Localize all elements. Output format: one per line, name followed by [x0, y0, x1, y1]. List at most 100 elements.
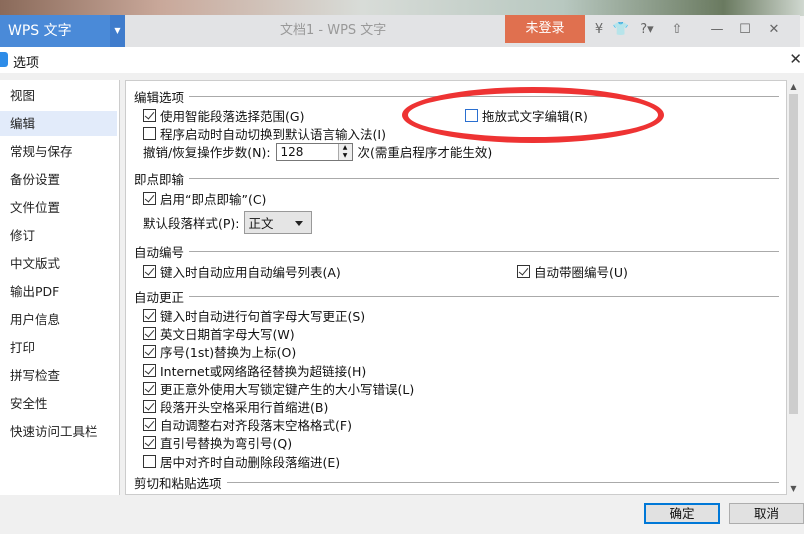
scroll-up-icon[interactable]: ▲: [787, 82, 800, 91]
scroll-down-icon[interactable]: ▼: [787, 484, 800, 493]
cancel-button[interactable]: 取消: [729, 503, 804, 524]
section-title: 剪切和粘贴选项: [134, 476, 222, 491]
checkbox-icon[interactable]: [465, 109, 478, 122]
checkbox-label: 键入时自动应用自动编号列表(A): [160, 265, 341, 280]
undo-steps-row: 撤销/恢复操作步数(N): 128 ▲ ▼ 次(需重启程序才能生效): [143, 142, 492, 161]
login-button[interactable]: 未登录: [505, 15, 585, 43]
checkbox-icon[interactable]: [143, 109, 156, 122]
help-icon[interactable]: ?▾: [635, 15, 659, 45]
checkbox-autocorrect[interactable]: Internet或网络路径替换为超链接(H): [143, 361, 366, 380]
checkbox-icon[interactable]: [143, 436, 156, 450]
upload-icon[interactable]: ⇧: [667, 15, 687, 45]
minimize-icon[interactable]: —: [707, 15, 727, 45]
checkbox-label: 键入时自动进行句首字母大写更正(S): [160, 309, 366, 324]
checkbox-icon[interactable]: [143, 192, 156, 205]
checkbox-click-type[interactable]: 启用“即点即输”(C): [143, 189, 266, 208]
checkbox-icon[interactable]: [143, 381, 156, 395]
checkbox-icon[interactable]: [143, 309, 156, 322]
checkbox-icon[interactable]: [143, 327, 156, 341]
dialog-close-icon[interactable]: ✕: [789, 50, 802, 68]
skin-shirt-icon[interactable]: 👕: [611, 15, 631, 45]
dialog-header: 选项 ✕: [0, 47, 804, 73]
vertical-scrollbar[interactable]: ▲ ▼: [787, 80, 800, 495]
checkbox-label: 拖放式文字编辑(R): [482, 109, 588, 124]
checkbox-label: 英文日期首字母大写(W): [160, 327, 295, 343]
section-cut-paste: 剪切和粘贴选项: [134, 473, 779, 492]
section-autocorrect: 自动更正: [134, 287, 779, 306]
sidebar-item[interactable]: 视图: [0, 83, 117, 108]
section-auto-number: 自动编号: [134, 242, 779, 261]
checkbox-label: 启用“即点即输”(C): [160, 192, 267, 207]
desktop-background: [0, 0, 804, 16]
sidebar-item[interactable]: 备份设置: [0, 167, 117, 192]
checkbox-autocorrect[interactable]: 段落开头空格采用行首缩进(B): [143, 397, 328, 416]
checkbox-icon[interactable]: [517, 265, 530, 278]
default-style-select[interactable]: 正文: [243, 211, 312, 234]
scrollbar-thumb[interactable]: [789, 94, 798, 414]
checkbox-auto-number-list[interactable]: 键入时自动应用自动编号列表(A): [143, 262, 341, 281]
checkbox-autocorrect[interactable]: 自动调整右对齐段落末空格格式(F): [143, 415, 352, 434]
checkbox-autocorrect[interactable]: 居中对齐时自动删除段落缩进(E): [143, 452, 340, 471]
sidebar-item[interactable]: 用户信息: [0, 307, 117, 332]
options-sidebar: 视图编辑常规与保存备份设置文件位置修订中文版式输出PDF 用户信息打印拼写检查安全…: [0, 80, 120, 495]
checkbox-autocorrect[interactable]: 直引号替换为弯引号(Q): [143, 433, 292, 452]
section-title: 即点即输: [134, 172, 185, 187]
default-style-row: 默认段落样式(P): 正文: [143, 211, 312, 234]
checkbox-label: 段落开头空格采用行首缩进(B): [160, 400, 329, 415]
wallet-icon[interactable]: ¥: [589, 15, 609, 45]
sidebar-item[interactable]: 文件位置: [0, 195, 117, 220]
sidebar-item[interactable]: 输出PDF: [0, 279, 117, 304]
checkbox-icon[interactable]: [143, 265, 156, 278]
undo-steps-spinner[interactable]: 128 ▲ ▼: [275, 142, 353, 161]
document-title: 文档1 - WPS 文字: [280, 23, 387, 38]
sidebar-item[interactable]: 打印: [0, 335, 117, 360]
checkbox-drag-drop[interactable]: 拖放式文字编辑(R): [465, 106, 588, 125]
section-title: 自动编号: [134, 245, 185, 260]
sidebar-item[interactable]: 拼写检查: [0, 363, 117, 388]
default-style-label: 默认段落样式(P):: [143, 216, 240, 231]
section-edit-options: 编辑选项: [134, 87, 779, 106]
checkbox-smart-select[interactable]: 使用智能段落选择范围(G): [143, 106, 304, 125]
checkbox-icon[interactable]: [143, 418, 156, 432]
checkbox-autocorrect[interactable]: 英文日期首字母大写(W): [143, 324, 295, 343]
undo-steps-label: 撤销/恢复操作步数(N):: [143, 145, 271, 160]
wps-menu-button[interactable]: WPS 文字: [0, 15, 110, 47]
checkbox-icon[interactable]: [143, 127, 156, 140]
close-app-icon[interactable]: ✕: [764, 15, 784, 45]
ok-button[interactable]: 确定: [644, 503, 720, 524]
sidebar-item[interactable]: 中文版式: [0, 251, 117, 276]
checkbox-auto-circle-number[interactable]: 自动带圈编号(U): [517, 262, 628, 281]
checkbox-label: 自动带圈编号(U): [534, 265, 628, 280]
checkbox-autocorrect[interactable]: 键入时自动进行句首字母大写更正(S): [143, 306, 365, 325]
maximize-icon[interactable]: ☐: [735, 15, 755, 45]
section-click-type: 即点即输: [134, 169, 779, 188]
checkbox-icon[interactable]: [143, 400, 156, 413]
edit-options-panel: 编辑选项 使用智能段落选择范围(G) 拖放式文字编辑(R) 程序启动时自动切换到…: [125, 80, 787, 495]
spinner-arrows-icon[interactable]: ▲ ▼: [337, 143, 352, 160]
title-bar: WPS 文字 ▼ 文档1 - WPS 文字 未登录 ¥ 👕 ?▾ ⇧ — ☐ ✕: [0, 15, 800, 47]
sidebar-item[interactable]: 安全性: [0, 391, 117, 416]
checkbox-autocorrect[interactable]: 更正意外使用大写锁定键产生的大小写错误(L): [143, 379, 414, 398]
checkbox-label: 序号(1st)替换为上标(O): [160, 345, 297, 361]
checkbox-icon[interactable]: [143, 363, 156, 377]
checkbox-autocorrect[interactable]: 序号(1st)替换为上标(O): [143, 342, 296, 361]
checkbox-label: 使用智能段落选择范围(G): [160, 109, 305, 124]
dialog-title: 选项: [13, 56, 40, 71]
sidebar-item[interactable]: 快速访问工具栏: [0, 419, 117, 444]
checkbox-label: 居中对齐时自动删除段落缩进(E): [160, 454, 341, 470]
sidebar-item[interactable]: 常规与保存: [0, 139, 117, 164]
checkbox-label: 直引号替换为弯引号(Q): [160, 436, 293, 452]
checkbox-label: 更正意外使用大写锁定键产生的大小写错误(L): [160, 381, 415, 397]
section-title: 自动更正: [134, 290, 185, 305]
sidebar-item[interactable]: 修订: [0, 223, 117, 248]
undo-steps-value[interactable]: 128: [281, 145, 304, 159]
checkbox-label: Internet或网络路径替换为超链接(H): [160, 363, 367, 379]
wps-menu-dropdown-icon[interactable]: ▼: [110, 15, 125, 47]
section-title: 编辑选项: [134, 90, 185, 105]
checkbox-auto-ime[interactable]: 程序启动时自动切换到默认语言输入法(I): [143, 124, 386, 143]
wps-logo-icon: [0, 52, 8, 67]
sidebar-item[interactable]: 编辑: [0, 111, 117, 136]
checkbox-icon[interactable]: [143, 345, 156, 359]
checkbox-icon[interactable]: [143, 454, 156, 468]
undo-steps-note: 次(需重启程序才能生效): [357, 145, 493, 160]
